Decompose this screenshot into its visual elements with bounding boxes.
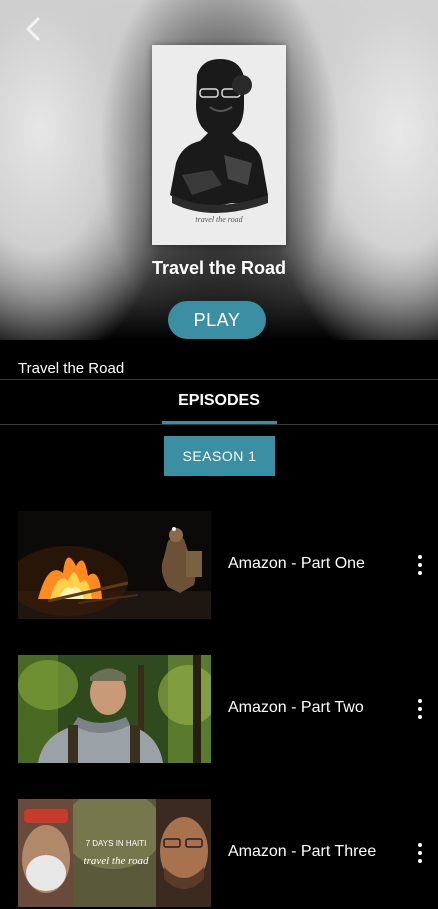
- more-vertical-icon: [418, 555, 422, 559]
- episode-thumbnail: [18, 511, 211, 619]
- divider-top: [0, 379, 438, 380]
- episode-more-button[interactable]: [408, 551, 432, 579]
- back-arrow-icon: [26, 17, 40, 41]
- episode-item-1[interactable]: Amazon - Part One: [0, 511, 438, 621]
- play-button[interactable]: PLAY: [168, 301, 266, 339]
- thumbnail-logo: travel the road: [83, 855, 149, 867]
- back-button[interactable]: [18, 14, 48, 44]
- episode-item-2[interactable]: Amazon - Part Two: [0, 655, 438, 765]
- more-vertical-icon: [418, 843, 422, 847]
- episode-thumbnail: 7 DAYS IN HAITI travel the road: [18, 799, 211, 907]
- episode-thumbnail: [18, 655, 211, 763]
- episode-more-button[interactable]: [408, 839, 432, 867]
- more-vertical-icon: [418, 699, 422, 703]
- show-title: Travel the Road: [151, 258, 287, 278]
- episode-more-button[interactable]: [408, 695, 432, 723]
- episode-item-3[interactable]: 7 DAYS IN HAITI travel the road Amazon -…: [0, 799, 438, 909]
- poster-logo: travel the road: [195, 215, 243, 224]
- more-dot: [418, 859, 422, 863]
- episode-title: Amazon - Part One: [228, 555, 365, 572]
- more-dot: [418, 707, 422, 711]
- more-dot: [418, 571, 422, 575]
- more-dot: [418, 563, 422, 567]
- season-selector-button[interactable]: SEASON 1: [164, 436, 275, 476]
- show-name-label: Travel the Road: [18, 360, 125, 377]
- episode-title: Amazon - Part Two: [228, 699, 364, 716]
- more-dot: [418, 715, 422, 719]
- thumbnail-caption: 7 DAYS IN HAITI: [85, 839, 147, 848]
- divider-tabs: [0, 424, 438, 425]
- episode-title: Amazon - Part Three: [228, 843, 377, 860]
- more-dot: [418, 851, 422, 855]
- tab-episodes[interactable]: EPISODES: [160, 392, 278, 424]
- show-poster: travel the road: [152, 45, 286, 245]
